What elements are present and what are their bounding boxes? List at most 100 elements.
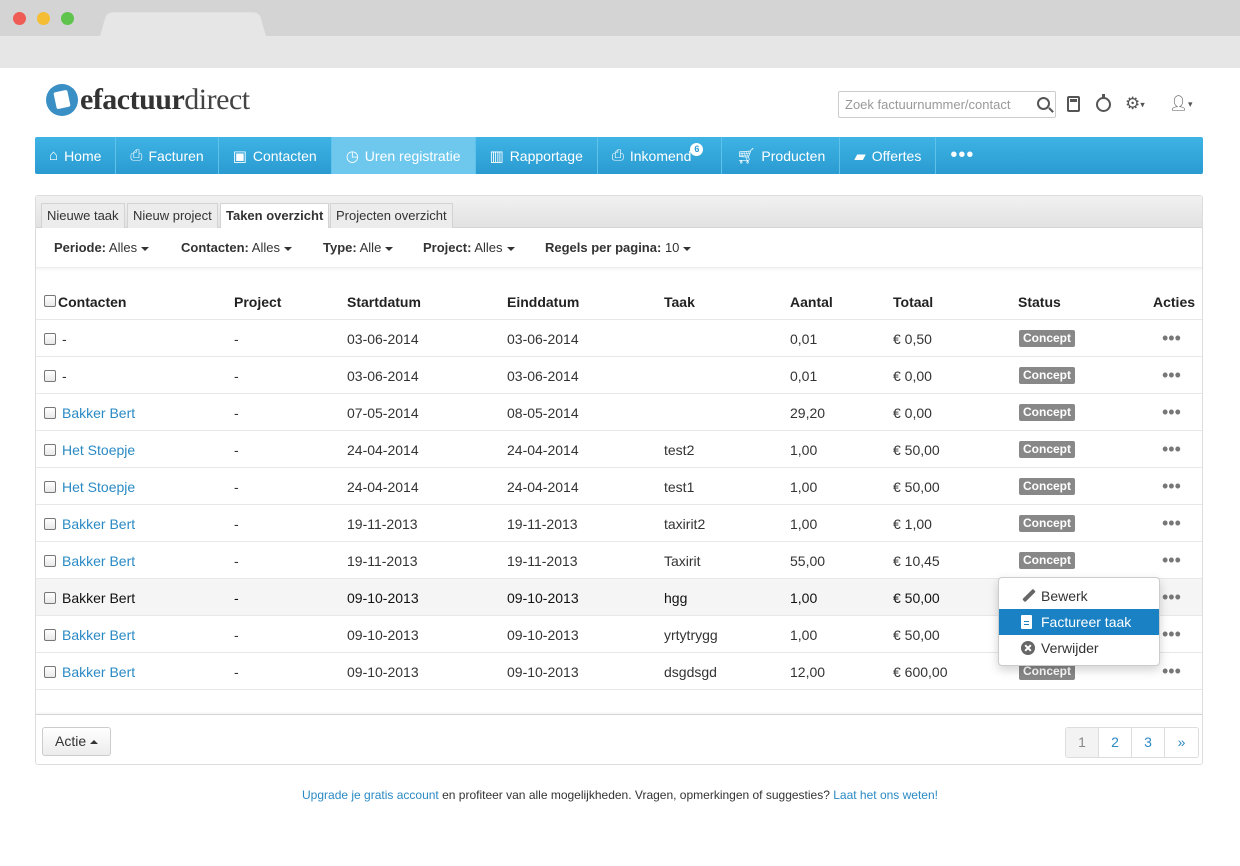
row-actions-button[interactable]: ••• [1162,550,1181,571]
table-row[interactable]: Het Stoepje - 24-04-2014 24-04-2014 test2 1,0… [36,431,1202,468]
search-icon[interactable] [1037,97,1050,110]
row-actions-button[interactable]: ••• [1162,661,1181,682]
menu-factureer-taak[interactable]: Factureer taak [999,609,1159,635]
table-row[interactable]: Bakker Bert - 07-05-2014 08-05-2014 29,20 € 0… [36,394,1202,431]
filter-type[interactable]: Type: Alle [323,240,394,255]
table-row[interactable]: - - 03-06-2014 03-06-2014 0,01 € 0,50 Concept •… [36,320,1202,357]
app-logo[interactable]: efactuurdirect [46,82,250,118]
cell-contact[interactable]: Bakker Bert [62,590,135,606]
filter-contacten[interactable]: Contacten: Alles [181,240,292,255]
row-checkbox[interactable] [44,333,56,345]
row-actions-button[interactable]: ••• [1162,513,1181,534]
bar-chart-icon: ▥ [489,147,504,165]
header-project[interactable]: Project [234,294,281,310]
tab-projecten-overzicht[interactable]: Projecten overzicht [330,203,453,228]
cell-project: - [234,627,239,643]
cell-einddatum: 09-10-2013 [507,590,579,606]
row-checkbox[interactable] [44,518,56,530]
status-badge: Concept [1019,478,1075,495]
cell-contact[interactable]: Bakker Bert [62,664,135,680]
select-all-checkbox[interactable] [44,295,56,307]
tab-taken-overzicht[interactable]: Taken overzicht [220,203,330,229]
calculator-icon[interactable] [1067,96,1080,112]
cell-totaal: € 50,00 [893,590,940,606]
header-contacten[interactable]: Contacten [58,294,126,310]
nav-contacten[interactable]: ▣ Contacten [219,137,332,174]
cell-totaal: € 50,00 [893,627,940,643]
tab-nieuw-project[interactable]: Nieuw project [127,203,218,228]
status-badge: Concept [1019,441,1075,458]
row-actions-button[interactable]: ••• [1162,365,1181,386]
header-status[interactable]: Status [1018,294,1061,310]
table-row[interactable]: Het Stoepje - 24-04-2014 24-04-2014 test1 1,0… [36,468,1202,505]
cell-taak: test1 [664,479,695,495]
table-row[interactable]: - - 03-06-2014 03-06-2014 0,01 € 0,00 Concept •… [36,357,1202,394]
row-actions-button[interactable]: ••• [1162,328,1181,349]
header-startdatum[interactable]: Startdatum [347,294,421,310]
nav-facturen[interactable]: ⎙ Facturen [116,137,219,174]
chevron-down-icon [506,246,515,251]
cell-contact[interactable]: Bakker Bert [62,627,135,643]
table-row[interactable]: Bakker Bert - 19-11-2013 19-11-2013 taxirit2… [36,505,1202,542]
minimize-window-button[interactable] [37,12,50,25]
header-einddatum[interactable]: Einddatum [507,294,579,310]
nav-home[interactable]: ⌂ Home [35,137,117,174]
row-actions-button[interactable]: ••• [1162,587,1181,608]
cell-contact[interactable]: Bakker Bert [62,405,135,421]
nav-offertes[interactable]: ▰ Offertes [840,137,937,174]
row-actions-button[interactable]: ••• [1162,476,1181,497]
menu-verwijder[interactable]: Verwijder [999,635,1159,661]
cell-contact[interactable]: Bakker Bert [62,553,135,569]
cell-totaal: € 0,00 [893,368,932,384]
row-actions-button[interactable]: ••• [1162,402,1181,423]
header-aantal[interactable]: Aantal [790,294,833,310]
header-taak[interactable]: Taak [664,294,695,310]
tab-nieuwe-taak[interactable]: Nieuwe taak [41,203,125,228]
chevron-down-icon [141,246,150,251]
row-checkbox[interactable] [44,407,56,419]
nav-producten[interactable]: 🛒︎ Producten [722,137,841,174]
user-menu-icon[interactable]: 👤︎▾ [1169,96,1193,112]
row-checkbox[interactable] [44,629,56,641]
close-window-button[interactable] [13,12,26,25]
cell-contact[interactable]: Het Stoepje [62,479,135,495]
contact-link[interactable]: Laat het ons weten! [833,788,938,802]
actie-label: Actie [55,733,87,749]
row-checkbox[interactable] [44,592,56,604]
page-3-button[interactable]: 3 [1132,728,1165,757]
row-checkbox[interactable] [44,444,56,456]
next-page-button[interactable]: » [1165,728,1198,757]
row-actions-button[interactable]: ••• [1162,624,1181,645]
row-checkbox[interactable] [44,555,56,567]
maximize-window-button[interactable] [61,12,74,25]
row-checkbox[interactable] [44,481,56,493]
cell-aantal: 55,00 [790,553,826,569]
settings-gear-icon[interactable]: ⚙▾ [1125,95,1145,112]
row-checkbox[interactable] [44,666,56,678]
cell-contact[interactable]: Bakker Bert [62,516,135,532]
actie-button[interactable]: Actie [42,727,112,756]
cell-contact[interactable]: Het Stoepje [62,442,135,458]
filter-periode[interactable]: Periode: Alles [54,240,150,255]
cell-totaal: € 50,00 [893,479,940,495]
nav-inkomend[interactable]: ⎙ Inkomend 6 [598,137,723,174]
search-input[interactable] [839,97,1029,112]
filter-project[interactable]: Project: Alles [423,240,515,255]
header-totaal[interactable]: Totaal [893,294,933,310]
panel-footer: Actie 1 2 3 » [36,711,1202,764]
cell-startdatum: 09-10-2013 [347,664,419,680]
stopwatch-icon[interactable] [1096,94,1111,112]
cell-totaal: € 600,00 [893,664,948,680]
page-1-button[interactable]: 1 [1066,728,1099,757]
upgrade-link[interactable]: Upgrade je gratis account [302,788,439,802]
menu-bewerk[interactable]: Bewerk [999,583,1159,609]
browser-tab[interactable] [100,12,266,36]
nav-more-button[interactable]: ••• [936,137,988,174]
row-checkbox[interactable] [44,370,56,382]
filter-regels-per-pagina[interactable]: Regels per pagina: 10 [545,240,692,255]
page-2-button[interactable]: 2 [1099,728,1132,757]
nav-rapportage[interactable]: ▥ Rapportage [476,137,598,174]
table-row[interactable]: Bakker Bert - 19-11-2013 19-11-2013 Taxirit 5… [36,542,1202,579]
row-actions-button[interactable]: ••• [1162,439,1181,460]
nav-uren-registratie[interactable]: ◷ Uren registratie [331,137,476,174]
